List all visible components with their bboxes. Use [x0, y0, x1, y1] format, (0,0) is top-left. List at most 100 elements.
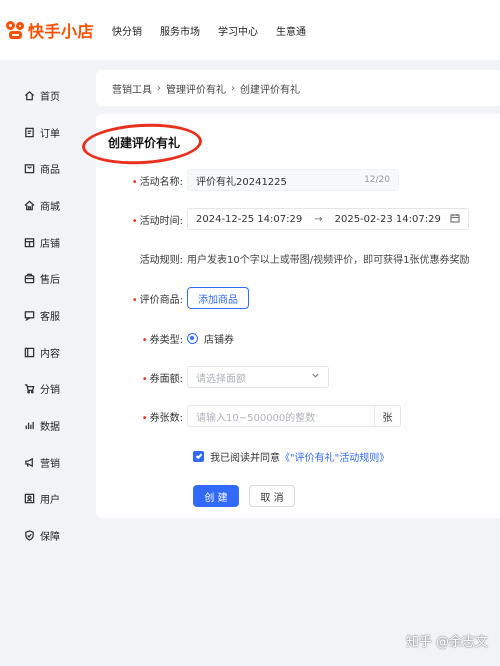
activity-rules-link[interactable]: 《"评价有礼"活动规则》: [280, 449, 389, 464]
coupon-amount-select[interactable]: 请选择面额: [187, 366, 329, 388]
sidebar-item-label: 分销: [40, 384, 60, 396]
sidebar-item-label: 营销: [40, 458, 60, 470]
data-icon: [25, 421, 34, 429]
content-icon: [24, 347, 35, 357]
store-coupon-radio[interactable]: [187, 332, 198, 344]
home-icon: [24, 90, 35, 100]
breadcrumb: 营销工具 › 管理评价有礼 › 创建评价有礼: [96, 70, 500, 106]
sidebar-item-home[interactable]: 首页: [24, 85, 60, 105]
time-start: 2024-12-25 14:07:29: [196, 213, 303, 225]
top-bar: 快手小店 快分销 服务市场 学习中心 生意通: [0, 0, 500, 60]
form-actions: 创 建 取 消: [96, 484, 500, 508]
coupon-count-row: • 券张数: 请输入10~500000的整数 张: [96, 404, 500, 428]
sidebar-item-label: 店铺: [40, 238, 60, 250]
create-button[interactable]: 创 建: [193, 485, 239, 507]
coupon-amount-placeholder: 请选择面额: [196, 373, 246, 385]
coupon-count-label: 券张数:: [149, 412, 183, 424]
sidebar-item-store[interactable]: 店铺: [24, 232, 60, 252]
sidebar-item-marketing[interactable]: 营销: [24, 452, 60, 472]
shield-icon: [25, 529, 34, 541]
sidebar-item-label: 订单: [40, 128, 60, 140]
activity-rules-text: 用户发表10个字以上或带图/视频评价，即可获得1张优惠券奖励: [187, 254, 470, 266]
activity-rules-row: 活动规则: 用户发表10个字以上或带图/视频评价，即可获得1张优惠券奖励: [96, 246, 500, 270]
coupon-amount-label: 券面额:: [149, 373, 183, 385]
order-icon: [25, 127, 34, 137]
activity-rules-label: 活动规则:: [139, 254, 183, 266]
sidebar-item-orders[interactable]: 订单: [24, 122, 60, 142]
required-mark: •: [131, 215, 138, 227]
chevron-right-icon: ›: [231, 82, 235, 94]
customer-service-icon: [24, 310, 35, 321]
activity-time-row: • 活动时间: 2024-12-25 14:07:29 → 2025-02-23 …: [96, 207, 500, 231]
sidebar-item-mall[interactable]: 商城: [24, 195, 60, 215]
sidebar-item-label: 用户: [40, 494, 60, 506]
check-icon: [195, 453, 202, 460]
activity-time-label: 活动时间:: [139, 215, 183, 227]
time-end: 2025-02-23 14:07:29: [334, 213, 441, 225]
sidebar-item-data[interactable]: 数据: [24, 415, 60, 435]
coupon-amount-row: • 券面额: 请选择面额: [96, 365, 500, 389]
coupon-type-label: 券类型:: [149, 334, 183, 346]
top-nav: 快分销 服务市场 学习中心 生意通: [112, 23, 324, 38]
sidebar-item-label: 客服: [40, 311, 60, 323]
activity-name-row: • 活动名称: 评价有礼20241225 12/20: [96, 168, 500, 192]
breadcrumb-create-review-gift: 创建评价有礼: [240, 84, 300, 96]
sidebar-item-distribution[interactable]: 分销: [24, 378, 60, 398]
activity-name-input[interactable]: 评价有礼20241225 12/20: [187, 169, 399, 191]
agreement-text: 我已阅读并同意: [210, 452, 280, 464]
coupon-count-placeholder: 请输入10~500000的整数: [196, 412, 316, 424]
sidebar-item-label: 数据: [40, 421, 60, 433]
review-goods-row: • 评价商品: 添加商品: [96, 286, 500, 310]
required-mark: •: [131, 294, 138, 306]
coupon-type-value[interactable]: 店铺券: [204, 331, 234, 346]
required-mark: •: [141, 334, 148, 346]
chevron-down-icon: [311, 371, 320, 383]
agreement-checkbox[interactable]: [193, 450, 204, 462]
activity-name-label: 活动名称:: [139, 176, 183, 188]
sidebar-item-content[interactable]: 内容: [24, 342, 60, 362]
sidebar: 首页 订单 商品 商城 店铺 售后 客服 内容 分销 数据 营销 用户 保障: [0, 60, 92, 666]
coupon-type-row: • 券类型: 店铺券: [96, 326, 500, 350]
sidebar-item-guarantee[interactable]: 保障: [24, 525, 60, 545]
logo[interactable]: 快手小店: [6, 18, 94, 42]
marketing-icon: [25, 457, 33, 467]
coupon-count-input[interactable]: 请输入10~500000的整数: [187, 405, 375, 427]
distribution-icon: [24, 383, 35, 394]
top-nav-item-business[interactable]: 生意通: [276, 23, 306, 38]
sidebar-item-label: 商城: [40, 201, 60, 213]
logo-text: 快手小店: [28, 22, 95, 41]
required-mark: •: [141, 373, 148, 385]
watermark: 知乎 @余志文: [405, 635, 488, 650]
activity-name-value: 评价有礼20241225: [196, 176, 287, 188]
breadcrumb-manage-review-gift[interactable]: 管理评价有礼: [166, 81, 226, 96]
mall-icon: [24, 200, 35, 210]
form-card: 创建评价有礼 • 活动名称: 评价有礼20241225 12/20 • 活动时间: …: [96, 114, 500, 518]
sidebar-item-label: 售后: [40, 274, 60, 286]
cancel-button[interactable]: 取 消: [249, 485, 295, 507]
coupon-count-suffix: 张: [375, 405, 401, 427]
top-nav-item-distribution[interactable]: 快分销: [112, 23, 142, 38]
sidebar-item-goods[interactable]: 商品: [24, 158, 60, 178]
sidebar-item-label: 商品: [40, 164, 60, 176]
char-count: 12/20: [364, 175, 390, 185]
goods-icon: [24, 163, 35, 173]
required-mark: •: [141, 412, 148, 424]
chevron-right-icon: ›: [157, 82, 161, 94]
sidebar-item-label: 内容: [40, 348, 60, 360]
sidebar-item-users[interactable]: 用户: [24, 488, 60, 508]
breadcrumb-marketing-tools[interactable]: 营销工具: [112, 81, 152, 96]
top-nav-item-service-market[interactable]: 服务市场: [160, 23, 200, 38]
sidebar-item-after-sales[interactable]: 售后: [24, 268, 60, 288]
sidebar-item-label: 保障: [40, 531, 60, 543]
sidebar-item-customer-service[interactable]: 客服: [24, 305, 60, 325]
kuaishou-logo-icon: [6, 21, 24, 39]
add-goods-button[interactable]: 添加商品: [187, 287, 249, 309]
sidebar-item-label: 首页: [40, 91, 60, 103]
arrow-right-icon: →: [314, 213, 323, 225]
top-nav-item-learning-center[interactable]: 学习中心: [218, 23, 258, 38]
activity-time-range-picker[interactable]: 2024-12-25 14:07:29 → 2025-02-23 14:07:2…: [187, 208, 469, 230]
calendar-icon: [450, 213, 460, 226]
required-mark: •: [131, 176, 138, 188]
user-icon: [24, 493, 35, 503]
store-icon: [24, 237, 35, 247]
